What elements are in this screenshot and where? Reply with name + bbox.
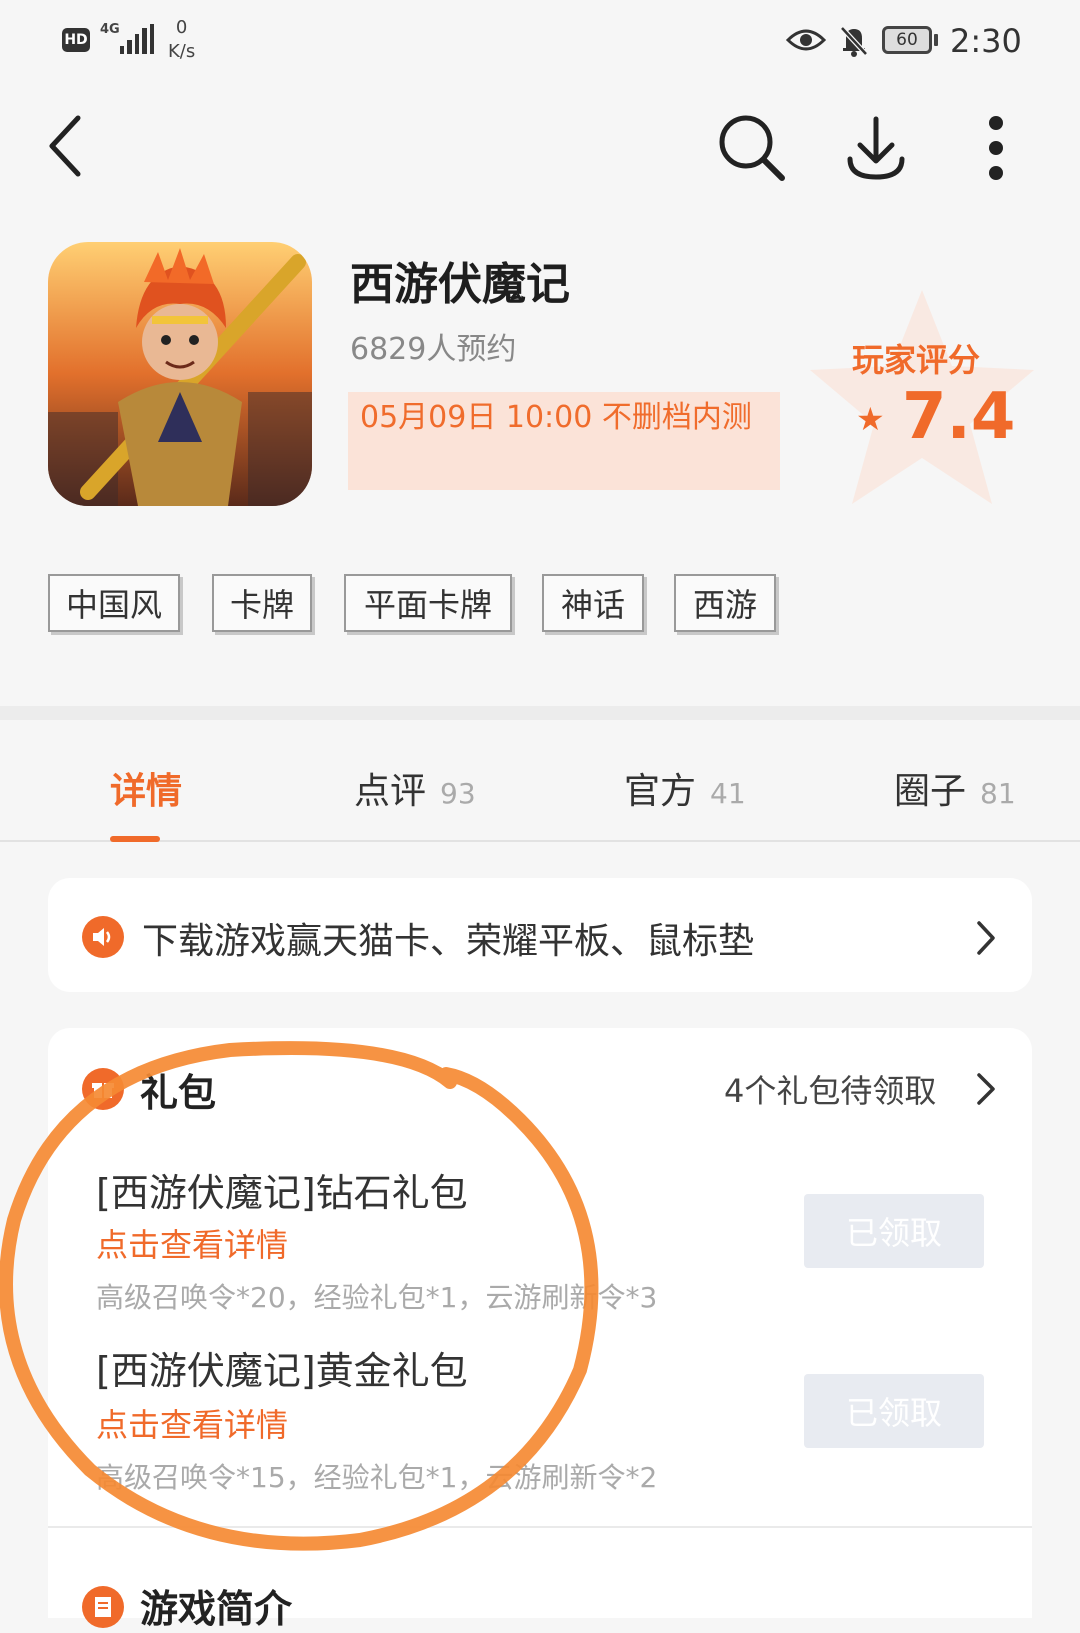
signal-icon — [120, 22, 155, 54]
active-tab-indicator — [110, 836, 160, 842]
tab-reviews[interactable]: 点评 93 — [354, 762, 476, 814]
tab-official-label: 官方 — [624, 771, 697, 812]
tab-community-label: 圈子 — [894, 771, 967, 812]
speaker-icon — [82, 916, 124, 958]
reservation-count: 6829人预约 — [350, 332, 517, 367]
battery-tip — [934, 34, 938, 46]
speed-unit: K/s — [168, 41, 196, 62]
rating-star-icon: ★ — [856, 400, 885, 438]
status-bar: HD 4G 0 K/s 60 2:30 — [0, 0, 1080, 84]
network-speed: 0 K/s — [168, 16, 195, 64]
rating-value: 7.4 — [902, 380, 1016, 454]
chevron-right-icon — [977, 1073, 995, 1105]
speed-value: 0 — [175, 17, 188, 38]
back-arrow-icon — [49, 115, 81, 177]
document-icon — [82, 1586, 124, 1628]
tag-chinese-style[interactable]: 中国风 — [48, 574, 180, 632]
tag-flat-card[interactable]: 平面卡牌 — [344, 574, 512, 632]
tag-mythology[interactable]: 神话 — [542, 574, 644, 632]
game-icon — [48, 242, 312, 506]
claimed-button-gold[interactable]: 已领取 — [804, 1374, 984, 1448]
download-icon — [847, 116, 905, 180]
gift-pending-link[interactable]: 4个礼包待领取 — [724, 1066, 1004, 1110]
search-button[interactable] — [712, 108, 792, 188]
test-date-badge: 05月09日 10:00 不删档内测 — [348, 392, 780, 490]
monkey-king-artwork — [48, 242, 312, 506]
game-title: 西游伏魔记 — [350, 259, 570, 310]
tab-details-label: 详情 — [110, 771, 183, 812]
tag-journey-west[interactable]: 西游 — [674, 574, 776, 632]
tab-official[interactable]: 官方 41 — [624, 762, 746, 814]
annotation-circle — [0, 1041, 599, 1551]
mute-bell-icon — [840, 26, 868, 57]
section-divider — [0, 706, 1080, 720]
download-button[interactable] — [836, 108, 916, 188]
tag-card[interactable]: 卡牌 — [212, 574, 312, 632]
battery-level: 60 — [882, 26, 932, 54]
network-type: 4G — [100, 22, 120, 37]
tab-community[interactable]: 圈子 81 — [894, 762, 1016, 814]
tab-community-count: 81 — [980, 777, 1016, 810]
hd-indicator: HD — [62, 28, 90, 52]
eye-icon — [786, 29, 826, 51]
tab-details[interactable]: 详情 — [110, 762, 182, 814]
chevron-right-icon — [977, 921, 995, 955]
promo-text: 下载游戏赢天猫卡、荣耀平板、鼠标垫 — [142, 921, 755, 962]
intro-section-title: 游戏简介 — [140, 1587, 293, 1631]
gift-pending-count: 4个礼包待领取 — [724, 1072, 937, 1110]
rating-label: 玩家评分 — [852, 341, 981, 379]
claimed-button-diamond[interactable]: 已领取 — [804, 1194, 984, 1268]
search-icon — [719, 115, 785, 181]
tab-official-count: 41 — [710, 777, 746, 810]
tab-reviews-count: 93 — [440, 777, 476, 810]
clock: 2:30 — [950, 22, 1022, 60]
tab-reviews-label: 点评 — [354, 771, 427, 812]
back-button[interactable] — [34, 108, 98, 184]
more-vertical-icon — [989, 116, 1003, 180]
more-button[interactable] — [968, 108, 1024, 188]
